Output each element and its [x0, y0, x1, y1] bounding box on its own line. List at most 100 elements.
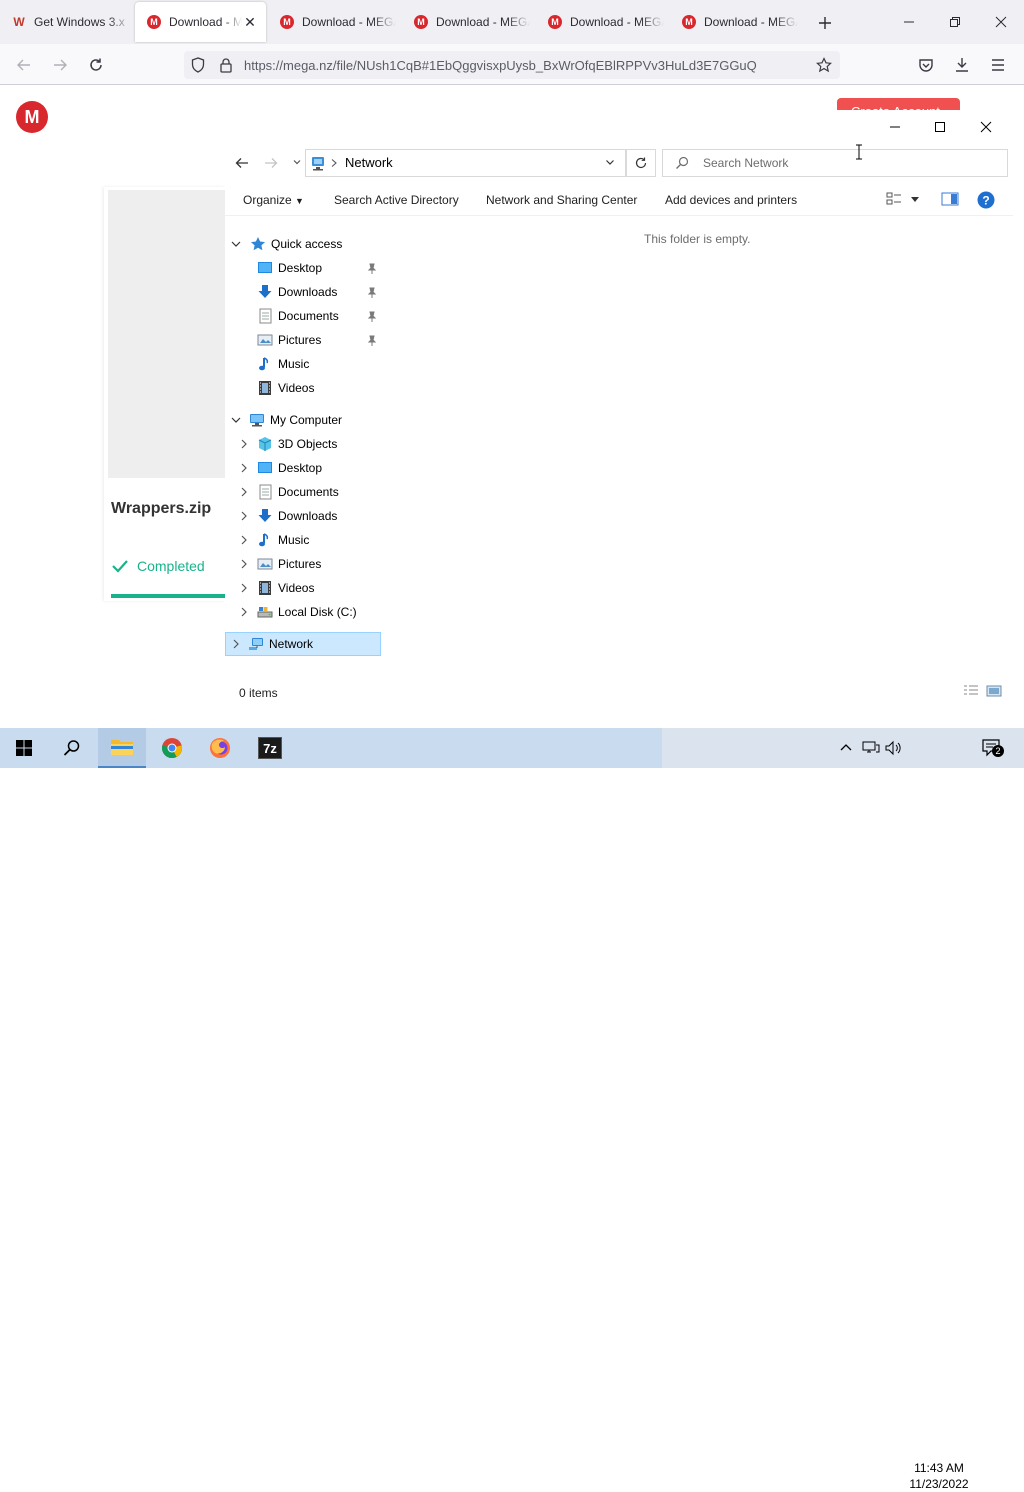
change-view-icon[interactable]: [886, 191, 902, 207]
tab-download-mega[interactable]: M Download - MEGA: [536, 0, 664, 44]
expand-chevron-icon[interactable]: [238, 438, 250, 450]
tree-label: Quick access: [271, 237, 343, 251]
expand-chevron-icon[interactable]: [238, 534, 250, 546]
browser-close-icon[interactable]: [978, 0, 1024, 44]
tree-label: My Computer: [270, 413, 343, 427]
tree-item-qa-music[interactable]: Music: [257, 353, 309, 375]
network-sharing-center-button[interactable]: Network and Sharing Center: [486, 193, 637, 207]
tree-item-videos[interactable]: Videos: [257, 577, 314, 599]
details-view-icon[interactable]: [963, 684, 979, 698]
bookmark-star-icon[interactable]: [816, 57, 832, 73]
address-breadcrumb-network[interactable]: Network: [345, 155, 393, 170]
tree-item-quick-access[interactable]: Quick access: [250, 233, 342, 255]
expand-chevron-icon[interactable]: [238, 582, 250, 594]
documents-icon: [257, 308, 273, 324]
explorer-back-icon[interactable]: [233, 154, 251, 172]
tree-item-3d-objects[interactable]: 3D Objects: [257, 433, 337, 455]
chrome-icon[interactable]: [148, 728, 196, 768]
tree-item-pictures[interactable]: Pictures: [257, 553, 321, 575]
view-options-chevron-icon[interactable]: [908, 193, 922, 205]
url-bar[interactable]: https://mega.nz/file/NUsh1CqB#1EbQggvisx…: [184, 51, 840, 79]
preview-pane-icon[interactable]: [941, 191, 959, 207]
tree-item-local-disk-c[interactable]: Local Disk (C:): [257, 601, 357, 623]
tree-item-qa-desktop[interactable]: Desktop: [257, 257, 322, 279]
back-arrow-icon[interactable]: [10, 52, 38, 78]
explorer-maximize-icon[interactable]: [917, 110, 963, 144]
lock-icon[interactable]: [218, 57, 234, 73]
pin-icon: [366, 263, 378, 275]
organize-button[interactable]: Organize ▼: [243, 193, 304, 207]
my-computer-collapse-chevron-icon[interactable]: [230, 414, 242, 426]
new-tab-plus-icon[interactable]: [814, 12, 836, 34]
breadcrumb-separator-icon[interactable]: [330, 157, 338, 167]
taskbar-search-icon[interactable]: [48, 728, 96, 768]
tree-label: Network: [269, 637, 314, 651]
quick-access-collapse-chevron-icon[interactable]: [230, 238, 242, 250]
tab-download-mega[interactable]: M Download - MEGA: [268, 0, 396, 44]
checkmark-icon: [112, 560, 128, 573]
tree-item-qa-videos[interactable]: Videos: [257, 377, 314, 399]
mega-favicon-icon: M: [682, 15, 696, 29]
tree-label: Videos: [278, 581, 315, 595]
expand-chevron-icon[interactable]: [238, 486, 250, 498]
reload-icon[interactable]: [82, 52, 110, 78]
tree-label: Downloads: [278, 285, 338, 299]
hamburger-menu-icon[interactable]: [984, 52, 1012, 78]
empty-folder-message: This folder is empty.: [644, 232, 751, 246]
tree-label: Local Disk (C:): [278, 605, 357, 619]
tree-item-desktop[interactable]: Desktop: [257, 457, 322, 479]
browser-restore-icon[interactable]: [932, 0, 978, 44]
firefox-icon[interactable]: [196, 728, 244, 768]
tree-item-my-computer[interactable]: My Computer: [249, 409, 342, 431]
downloads-toolbar-icon[interactable]: [948, 52, 976, 78]
tree-item-documents[interactable]: Documents: [257, 481, 339, 503]
start-windows-icon[interactable]: [0, 728, 48, 768]
expand-chevron-icon[interactable]: [238, 462, 250, 474]
notifications-icon[interactable]: 2: [982, 738, 1004, 758]
help-icon[interactable]: ?: [977, 191, 995, 209]
tab-download-mega-active[interactable]: M Download - MEGA ✕: [135, 2, 266, 42]
expand-chevron-icon[interactable]: [238, 558, 250, 570]
winworld-favicon-icon: W: [13, 15, 25, 29]
refresh-icon[interactable]: [626, 149, 656, 177]
tab-label: Download - MEGA: [570, 15, 664, 29]
tracking-shield-icon[interactable]: [190, 57, 206, 73]
search-placeholder: Search Network: [703, 156, 789, 170]
tree-item-qa-pictures[interactable]: Pictures: [257, 329, 321, 351]
show-hidden-icons-chevron-icon[interactable]: [838, 740, 854, 756]
recent-locations-chevron-icon[interactable]: [291, 156, 303, 168]
add-devices-printers-button[interactable]: Add devices and printers: [665, 193, 797, 207]
search-active-directory-button[interactable]: Search Active Directory: [334, 193, 459, 207]
network-tray-icon[interactable]: [862, 740, 880, 756]
tab-download-mega[interactable]: M Download - MEGA: [402, 0, 530, 44]
network-location-icon: [309, 154, 327, 172]
taskbar-clock[interactable]: 11:43 AM 11/23/2022: [906, 1460, 972, 1492]
tree-item-downloads[interactable]: Downloads: [257, 505, 337, 527]
volume-icon[interactable]: [885, 740, 903, 756]
pictures-icon: [257, 556, 273, 572]
large-icons-view-icon[interactable]: [986, 684, 1002, 698]
tree-item-network[interactable]: Network: [248, 633, 313, 655]
expand-chevron-icon[interactable]: [238, 606, 250, 618]
tab-close-icon[interactable]: ✕: [242, 14, 258, 31]
pocket-icon[interactable]: [912, 52, 940, 78]
tab-download-mega[interactable]: M Download - MEGA: [670, 0, 798, 44]
network-expand-chevron-icon[interactable]: [230, 638, 242, 650]
file-explorer-icon[interactable]: [98, 728, 146, 768]
explorer-minimize-icon[interactable]: [872, 110, 918, 144]
tree-item-qa-documents[interactable]: Documents: [257, 305, 339, 327]
mega-logo[interactable]: M: [16, 101, 48, 133]
text-cursor-icon: [854, 144, 864, 160]
videos-icon: [257, 380, 273, 396]
explorer-close-icon[interactable]: [963, 110, 1009, 144]
expand-chevron-icon[interactable]: [238, 510, 250, 522]
7zip-icon[interactable]: 7z: [246, 728, 294, 768]
explorer-forward-icon[interactable]: [262, 154, 280, 172]
tab-get-windows[interactable]: W Get Windows 3.x: [0, 0, 132, 44]
forward-arrow-icon[interactable]: [46, 52, 74, 78]
tree-item-music[interactable]: Music: [257, 529, 309, 551]
tree-label: Downloads: [278, 509, 338, 523]
address-dropdown-chevron-icon[interactable]: [604, 156, 616, 168]
tree-item-qa-downloads[interactable]: Downloads: [257, 281, 337, 303]
browser-minimize-icon[interactable]: [886, 0, 932, 44]
